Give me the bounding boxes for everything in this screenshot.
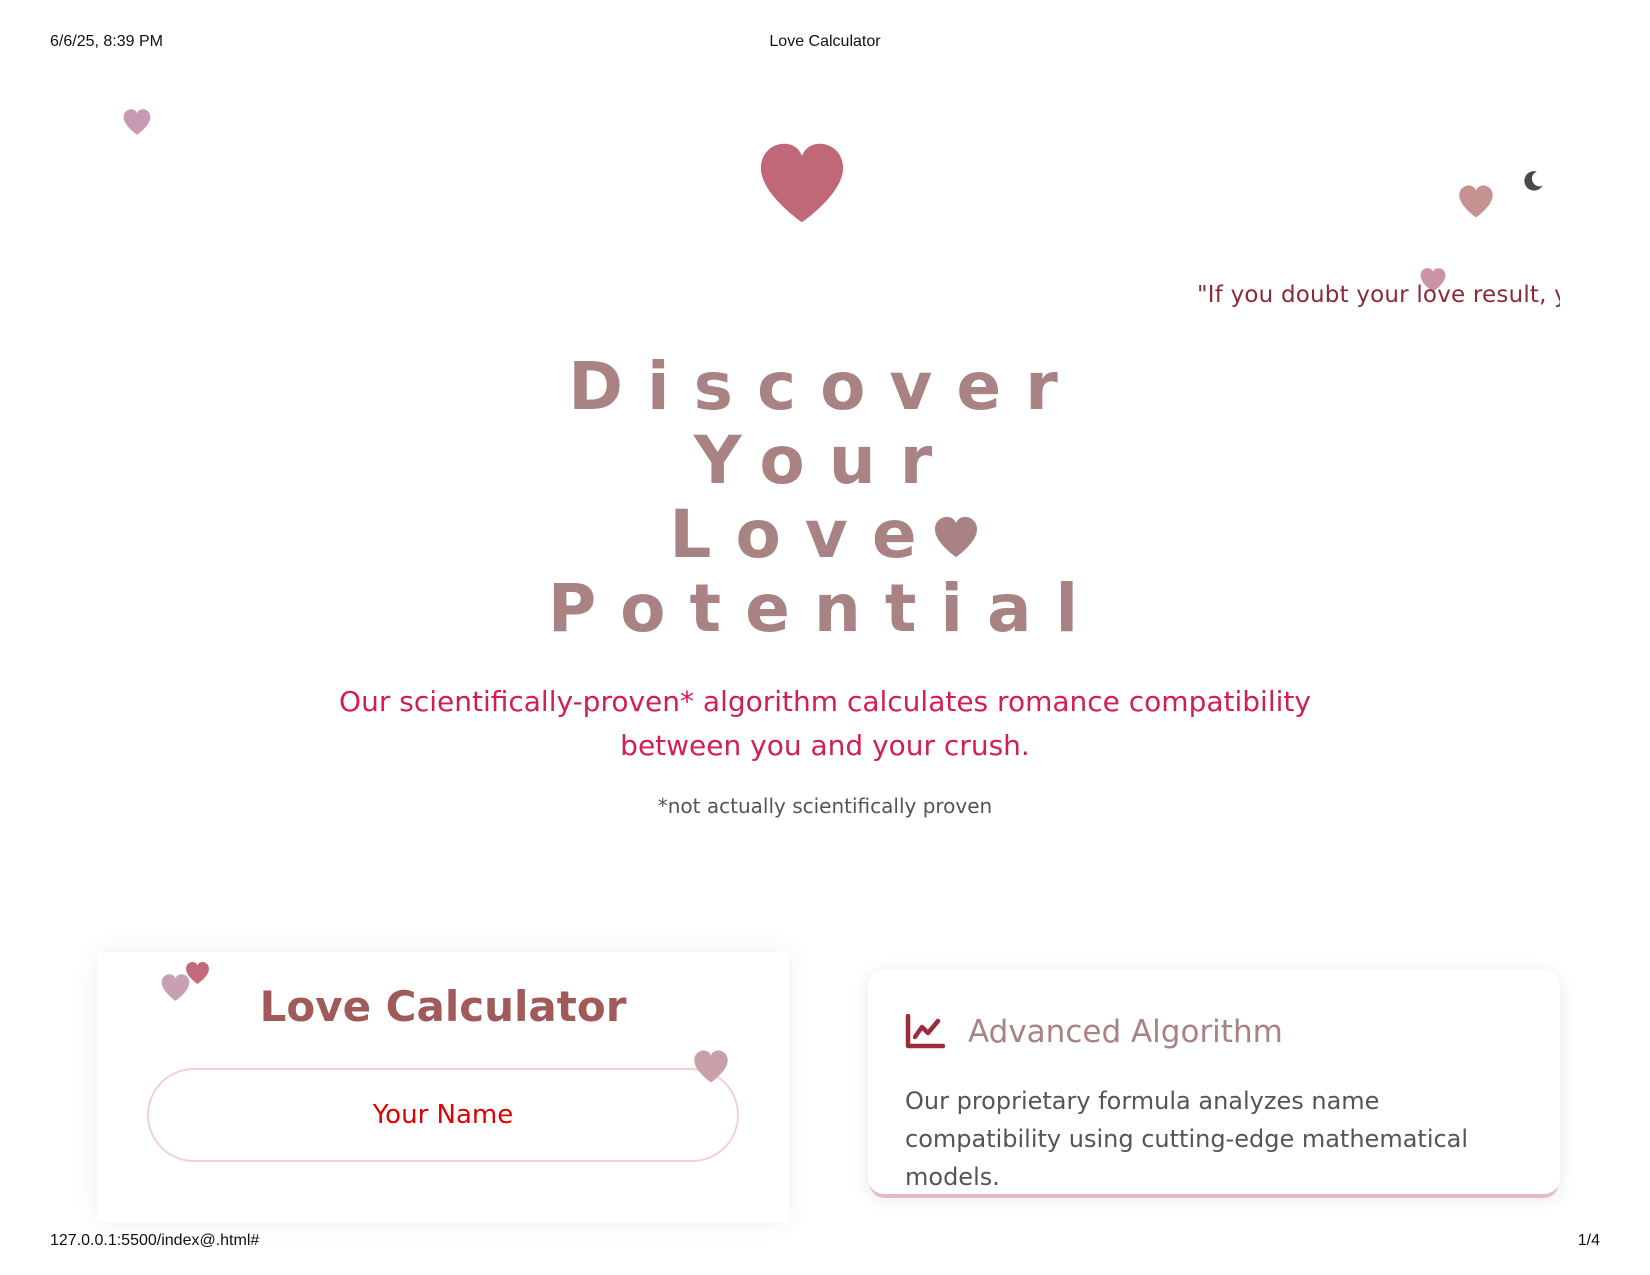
love-calculator-card: Love Calculator (97, 952, 789, 1222)
print-url: 127.0.0.1:5500/index@.html# (50, 1232, 260, 1249)
calculator-title: Love Calculator (259, 982, 627, 1031)
hero-title-line: Discover (568, 348, 1082, 425)
print-page-number: 1/4 (1577, 1232, 1600, 1249)
hero-title-line: Potential (547, 570, 1103, 647)
hero-title: Discover Your Love Potential (0, 350, 1650, 646)
quote-ticker: "If you doubt your love result, yo (1190, 282, 1560, 318)
hero-title-line: Your (693, 422, 957, 499)
quote-text: "If you doubt your love result, yo (1197, 282, 1560, 308)
hero-title-line: Love (0, 498, 1650, 572)
floating-heart-icon (691, 1049, 731, 1084)
hero-title-line-text: Love (669, 496, 941, 573)
floating-heart-icon (121, 108, 153, 136)
feature-title: Advanced Algorithm (968, 1014, 1283, 1050)
feature-description: Our proprietary formula analyzes name co… (905, 1087, 1469, 1191)
chart-line-icon (905, 1014, 945, 1050)
floating-heart-icon (1456, 184, 1496, 219)
print-title: Love Calculator (769, 33, 881, 50)
moon-icon[interactable] (1520, 168, 1546, 194)
hero-disclaimer: *not actually scientifically proven (657, 794, 993, 818)
floating-heart-icon (159, 973, 192, 1002)
your-name-input[interactable] (147, 1068, 739, 1162)
logo-heart-icon (752, 140, 852, 226)
feature-card-advanced-algorithm: Advanced Algorithm Our proprietary formu… (868, 970, 1560, 1194)
hero-subtitle: Our scientifically-proven* algorithm cal… (339, 685, 1311, 762)
heart-icon (931, 515, 981, 559)
